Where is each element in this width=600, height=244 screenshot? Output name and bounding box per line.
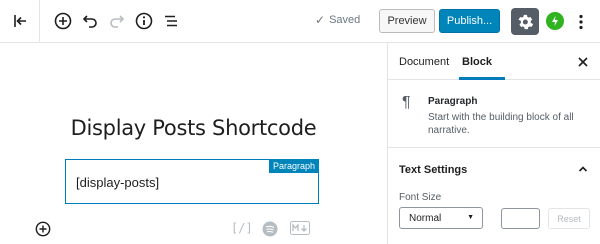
chevron-up-icon[interactable]: [578, 164, 588, 174]
reset-button[interactable]: Reset: [548, 208, 590, 229]
paragraph-icon: ¶: [402, 94, 411, 111]
close-sidebar-button[interactable]: [578, 54, 588, 70]
check-icon: ✓: [315, 13, 326, 27]
post-title[interactable]: Display Posts Shortcode: [0, 116, 387, 140]
settings-sidebar: Document Block ¶ Paragraph Start with th…: [387, 43, 600, 244]
settings-button[interactable]: [511, 8, 539, 35]
block-content[interactable]: [display-posts]: [76, 175, 159, 190]
sidebar-tabs: Document Block: [388, 43, 600, 80]
exit-icon: [13, 15, 26, 27]
caret-down-icon: ▼: [467, 214, 474, 221]
tab-document[interactable]: Document: [399, 43, 449, 80]
info-icon: [135, 12, 153, 30]
plus-circle-icon: [35, 221, 51, 237]
preview-button[interactable]: Preview: [379, 9, 435, 33]
close-icon: [578, 57, 588, 67]
editor-canvas: Display Posts Shortcode Paragraph [displ…: [0, 43, 387, 244]
saved-status: ✓ Saved: [315, 13, 360, 27]
shortcode-block-button[interactable]: [/]: [231, 221, 253, 235]
block-type-label: Paragraph: [268, 159, 319, 173]
exit-button[interactable]: [0, 0, 40, 42]
saved-label: Saved: [329, 14, 361, 26]
paragraph-block[interactable]: Paragraph [display-posts]: [65, 159, 319, 204]
custom-font-size-input[interactable]: [501, 208, 540, 229]
spotify-icon: [262, 221, 278, 237]
add-block-button[interactable]: [52, 10, 74, 32]
more-vertical-icon: [579, 14, 583, 30]
jetpack-icon: [552, 16, 558, 26]
jetpack-button[interactable]: [546, 12, 564, 30]
markdown-icon: [290, 221, 310, 235]
markdown-block-button[interactable]: [290, 221, 310, 235]
text-settings-toggle[interactable]: Text Settings: [399, 164, 467, 176]
more-tools-button[interactable]: [574, 11, 588, 33]
editor-header: ✓ Saved Preview Publish...: [0, 0, 600, 43]
plus-circle-icon: [54, 12, 72, 30]
font-size-label: Font Size: [399, 192, 442, 203]
block-card-description: Start with the building block of all nar…: [428, 112, 574, 136]
inline-inserter-button[interactable]: [35, 221, 51, 237]
block-card-title: Paragraph: [428, 96, 478, 107]
font-size-value: Normal: [409, 212, 442, 224]
publish-button[interactable]: Publish...: [439, 9, 500, 33]
undo-button[interactable]: [79, 10, 101, 32]
block-navigation-button[interactable]: [160, 10, 182, 32]
spotify-block-button[interactable]: [262, 221, 278, 237]
list-icon: [165, 15, 177, 27]
redo-icon: [110, 15, 125, 28]
font-size-select[interactable]: Normal ▼: [399, 207, 483, 229]
gear-icon: [518, 14, 534, 29]
info-button[interactable]: [133, 10, 155, 32]
shortcode-icon: [/]: [231, 221, 253, 235]
block-card: ¶ Paragraph Start with the building bloc…: [388, 80, 600, 148]
tab-block[interactable]: Block: [462, 43, 492, 80]
redo-button[interactable]: [106, 10, 128, 32]
undo-icon: [82, 15, 97, 28]
